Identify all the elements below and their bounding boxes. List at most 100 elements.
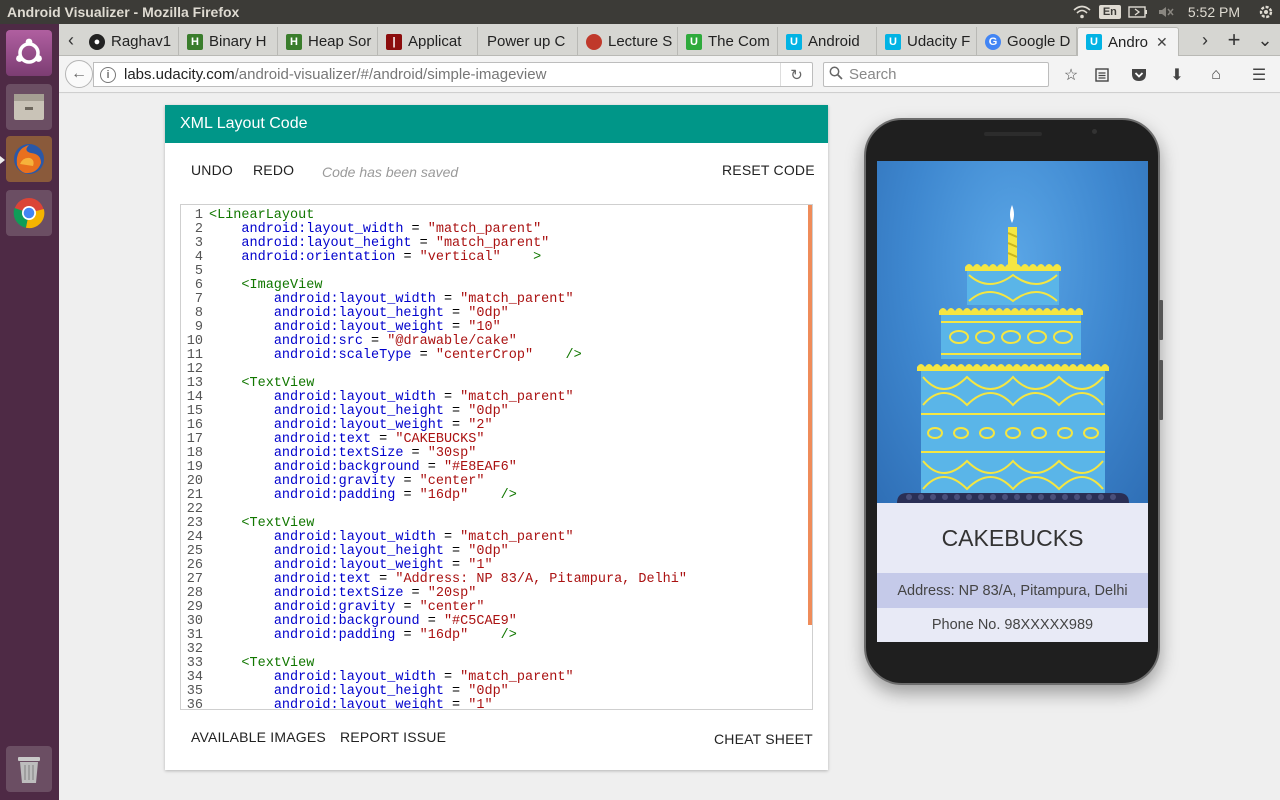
code-line[interactable]: 35 android:layout_height = "0dp" <box>181 685 509 699</box>
available-images-button[interactable]: AVAILABLE IMAGES <box>191 729 326 745</box>
new-tab-icon[interactable]: + <box>1221 27 1247 53</box>
tab-item[interactable]: U Udacity F <box>877 27 977 56</box>
url-bar[interactable]: i labs.udacity.com /android-visualizer/#… <box>93 62 813 87</box>
tab-item[interactable]: U The Com <box>678 27 778 56</box>
ubuntu-dash-icon[interactable] <box>6 30 52 76</box>
chrome-icon[interactable] <box>6 190 52 236</box>
reader-list-icon[interactable] <box>1088 61 1116 89</box>
code-line[interactable]: 32 <box>181 643 209 657</box>
code-line[interactable]: 17 android:text = "CAKEBUCKS" <box>181 433 485 447</box>
apple-icon <box>586 33 602 50</box>
cheat-sheet-button[interactable]: CHEAT SHEET <box>714 731 813 747</box>
google-icon: G <box>985 33 1001 50</box>
code-editor[interactable]: 1 <LinearLayout 2 android:layout_width = "… <box>180 204 813 710</box>
code-line[interactable]: 23 <TextView <box>181 517 315 531</box>
udacity-icon: U <box>885 33 901 50</box>
code-line[interactable]: 16 android:layout_weight = "2" <box>181 419 493 433</box>
code-line[interactable]: 14 android:layout_width = "match_parent" <box>181 391 574 405</box>
code-line[interactable]: 26 android:layout_weight = "1" <box>181 559 493 573</box>
files-icon[interactable] <box>6 84 52 130</box>
menu-hamburger-icon[interactable]: ☰ <box>1245 61 1273 89</box>
undo-button[interactable]: UNDO <box>191 162 233 178</box>
tab-item[interactable]: H Heap Sor <box>278 27 378 56</box>
code-line[interactable]: 3 android:layout_height = "match_parent" <box>181 237 549 251</box>
report-issue-button[interactable]: REPORT ISSUE <box>340 729 446 745</box>
power-gear-icon[interactable] <box>1252 0 1280 24</box>
back-button[interactable]: ← <box>65 60 93 88</box>
code-line[interactable]: 22 <box>181 503 209 517</box>
tab-label: Andro <box>1108 33 1149 51</box>
preview-title: CAKEBUCKS <box>877 503 1148 573</box>
tab-label: Udacity F <box>907 33 971 50</box>
info-icon[interactable]: i <box>100 66 116 83</box>
tab-list-chevron-icon[interactable]: ⌄ <box>1252 27 1278 53</box>
code-line[interactable]: 7 android:layout_width = "match_parent" <box>181 293 574 307</box>
tab-scroll-right-icon[interactable]: › <box>1192 27 1218 53</box>
udacity-icon: U <box>786 33 802 50</box>
close-tab-icon[interactable]: ✕ <box>1156 34 1168 51</box>
code-line[interactable]: 30 android:background = "#C5CAE9" <box>181 615 517 629</box>
keyboard-layout-indicator[interactable]: En <box>1096 0 1124 24</box>
code-line[interactable]: 34 android:layout_width = "match_parent" <box>181 671 574 685</box>
code-line[interactable]: 5 <box>181 265 209 279</box>
volume-muted-icon[interactable] <box>1152 0 1180 24</box>
code-line[interactable]: 10 android:src = "@drawable/cake" <box>181 335 517 349</box>
browser-tab-strip: ‹ ● Raghav1 H Binary H H Heap Sor | Applicat… <box>59 24 1280 56</box>
tab-scroll-left-icon[interactable]: ‹ <box>61 27 81 53</box>
code-line[interactable]: 25 android:layout_height = "0dp" <box>181 545 509 559</box>
code-line[interactable]: 12 <box>181 363 209 377</box>
code-line[interactable]: 31 android:padding = "16dp" /> <box>181 629 517 643</box>
code-line[interactable]: 33 <TextView <box>181 657 315 671</box>
tab-item[interactable]: Lecture S <box>578 27 678 56</box>
code-line[interactable]: 19 android:background = "#E8EAF6" <box>181 461 517 475</box>
tab-item[interactable]: U Android <box>778 27 877 56</box>
tab-item[interactable]: Power up C <box>478 27 578 56</box>
tab-item-active[interactable]: U Andro ✕ <box>1077 27 1179 56</box>
code-line[interactable]: 29 android:gravity = "center" <box>181 601 485 615</box>
firefox-icon[interactable] <box>6 136 52 182</box>
tab-label: The Com <box>708 33 770 50</box>
code-line[interactable]: 18 android:textSize = "30sp" <box>181 447 477 461</box>
pocket-icon[interactable] <box>1125 61 1153 89</box>
xml-code-panel: XML Layout Code UNDO REDO Code has been … <box>165 105 828 770</box>
code-line[interactable]: 20 android:gravity = "center" <box>181 475 485 489</box>
search-input[interactable]: Search <box>823 62 1049 87</box>
browser-nav-bar: ← i labs.udacity.com /android-visualizer… <box>59 56 1280 93</box>
bookmark-star-icon[interactable]: ☆ <box>1057 61 1085 89</box>
code-line[interactable]: 8 android:layout_height = "0dp" <box>181 307 509 321</box>
tab-item[interactable]: | Applicat <box>378 27 478 56</box>
tab-item[interactable]: H Binary H <box>179 27 278 56</box>
tab-item[interactable]: ● Raghav1 <box>81 27 179 56</box>
home-icon[interactable]: ⌂ <box>1202 61 1230 89</box>
cake-image <box>877 161 1148 503</box>
phone-preview: CAKEBUCKS Address: NP 83/A, Pitampura, D… <box>864 118 1163 685</box>
code-line[interactable]: 27 android:text = "Address: NP 83/A, Pit… <box>181 573 687 587</box>
trash-icon[interactable] <box>6 746 52 792</box>
system-top-bar: Android Visualizer - Mozilla Firefox En … <box>0 0 1280 24</box>
code-line[interactable]: 11 android:scaleType = "centerCrop" /> <box>181 349 582 363</box>
code-line[interactable]: 9 android:layout_weight = "10" <box>181 321 501 335</box>
code-line[interactable]: 21 android:padding = "16dp" /> <box>181 489 517 503</box>
clock[interactable]: 5:52 PM <box>1180 4 1252 20</box>
tab-item[interactable]: G Google D <box>977 27 1077 56</box>
reset-code-button[interactable]: RESET CODE <box>722 162 815 178</box>
download-icon[interactable]: ⬇ <box>1163 61 1191 89</box>
upwork-icon: U <box>686 33 702 50</box>
code-line[interactable]: 6 <ImageView <box>181 279 323 293</box>
code-line[interactable]: 15 android:layout_height = "0dp" <box>181 405 509 419</box>
code-line[interactable]: 28 android:textSize = "20sp" <box>181 587 477 601</box>
redo-button[interactable]: REDO <box>253 162 294 178</box>
code-line[interactable]: 24 android:layout_width = "match_parent" <box>181 531 574 545</box>
wifi-icon[interactable] <box>1068 0 1096 24</box>
code-line[interactable]: 2 android:layout_width = "match_parent" <box>181 223 541 237</box>
code-line[interactable]: 13 <TextView <box>181 377 315 391</box>
bookmark-icon: | <box>386 33 402 50</box>
editor-scroll-marker[interactable] <box>808 205 812 625</box>
code-line[interactable]: 4 android:orientation = "vertical" > <box>181 251 541 265</box>
reload-icon[interactable]: ↻ <box>780 63 812 86</box>
battery-icon[interactable] <box>1124 0 1152 24</box>
url-domain: labs.udacity.com <box>124 66 235 83</box>
tab-label: Lecture S <box>608 33 673 50</box>
code-line[interactable]: 1 <LinearLayout <box>181 209 314 223</box>
code-line[interactable]: 36 android:layout_weight = "1" <box>181 699 493 710</box>
